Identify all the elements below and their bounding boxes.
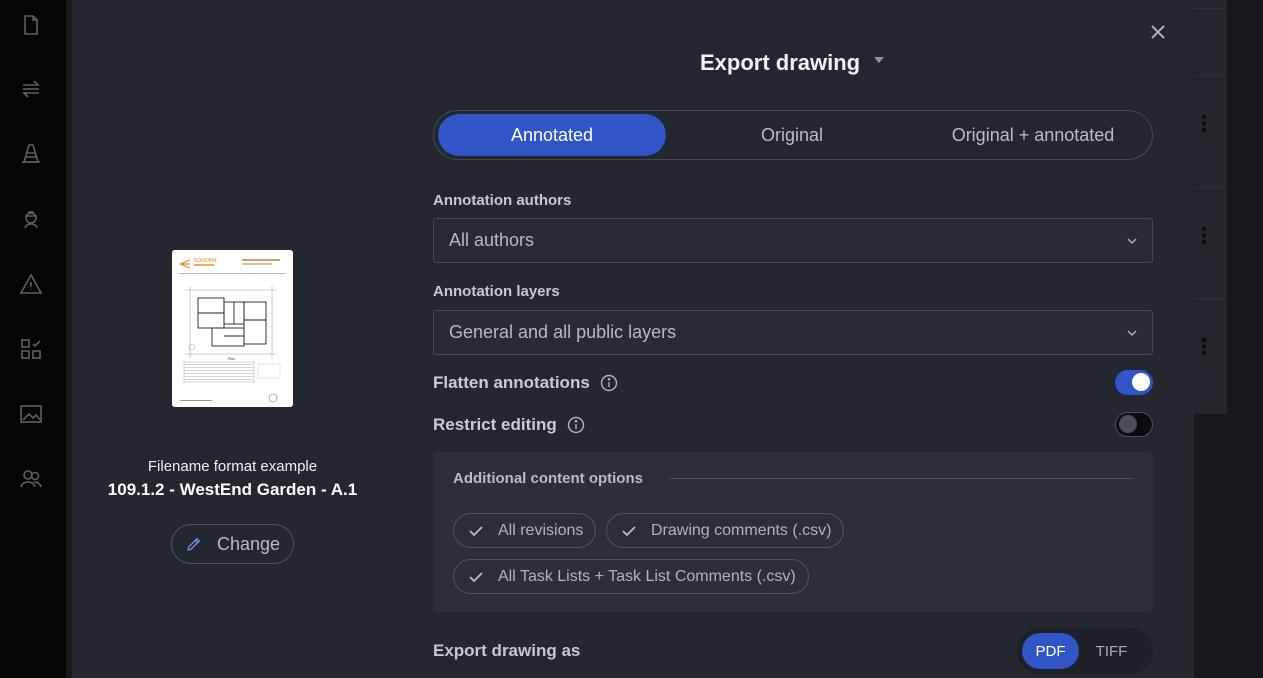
document-icon[interactable] xyxy=(19,13,43,37)
option-label: All revisions xyxy=(498,521,584,539)
option-label: All Task Lists + Task List Comments (.cs… xyxy=(498,567,796,585)
transfer-icon[interactable] xyxy=(19,77,43,101)
mode-annotated[interactable]: Annotated xyxy=(438,114,666,156)
flatten-annotations-row: Flatten annotations xyxy=(433,370,1153,396)
authors-select-value: All authors xyxy=(449,230,535,250)
team-icon[interactable] xyxy=(19,466,43,490)
thumbnail-brand: SONOMA xyxy=(194,258,217,264)
check-icon xyxy=(468,569,484,585)
export-as-label: Export drawing as xyxy=(433,641,581,660)
authors-select[interactable]: All authors xyxy=(433,218,1153,263)
divider xyxy=(1193,8,1227,9)
pencil-icon xyxy=(185,535,203,553)
option-task-lists[interactable]: All Task Lists + Task List Comments (.cs… xyxy=(453,559,809,594)
mode-original-annotated[interactable]: Original + annotated xyxy=(918,114,1148,156)
additional-content-options: Additional content options All revisions… xyxy=(433,452,1153,612)
app-sidebar xyxy=(0,0,66,678)
change-filename-button[interactable]: Change xyxy=(171,524,294,564)
chevron-down-icon xyxy=(1126,327,1138,339)
caret-down-icon xyxy=(874,57,885,63)
cone-icon[interactable] xyxy=(19,142,43,166)
change-button-label: Change xyxy=(216,533,281,554)
divider xyxy=(1193,298,1227,299)
option-drawing-comments[interactable]: Drawing comments (.csv) xyxy=(606,513,845,548)
mode-original[interactable]: Original xyxy=(666,114,918,156)
authors-label: Annotation authors xyxy=(433,192,572,209)
more-options-icon[interactable]: ⋮ xyxy=(1193,336,1215,358)
restrict-editing-row: Restrict editing xyxy=(433,412,1153,438)
flatten-annotations-toggle[interactable] xyxy=(1115,370,1153,395)
option-all-revisions[interactable]: All revisions xyxy=(453,513,597,548)
checklist-icon[interactable] xyxy=(19,337,43,361)
flatten-annotations-label: Flatten annotations xyxy=(433,373,590,392)
check-icon xyxy=(621,523,637,539)
info-icon[interactable] xyxy=(600,374,618,392)
info-icon[interactable] xyxy=(567,416,585,434)
additional-options-title: Additional content options xyxy=(453,470,643,487)
divider xyxy=(669,478,1133,479)
modal-title: Export drawing xyxy=(700,50,861,75)
more-options-icon[interactable]: ⋮ xyxy=(1193,225,1215,247)
export-mode-selector: Annotated Original Original + annotated xyxy=(433,110,1153,160)
close-icon[interactable] xyxy=(1146,20,1170,44)
filename-format-caption: Filename format example xyxy=(147,458,318,475)
filename-example: 109.1.2 - WestEnd Garden - A.1 xyxy=(107,480,358,499)
drawing-thumbnail: SONOMA Plan xyxy=(172,250,293,407)
export-drawing-modal: Export drawing SONOMA Plan Filename form… xyxy=(72,0,1194,678)
layers-label: Annotation layers xyxy=(433,283,560,300)
divider xyxy=(1193,187,1227,188)
chevron-down-icon xyxy=(1126,235,1138,247)
more-options-icon[interactable]: ⋮ xyxy=(1193,113,1215,135)
svg-text:Plan: Plan xyxy=(228,357,235,361)
warning-icon[interactable] xyxy=(19,272,43,296)
layers-select-value: General and all public layers xyxy=(449,322,677,342)
toggle-knob xyxy=(1132,373,1150,391)
restrict-editing-toggle[interactable] xyxy=(1115,412,1153,437)
layers-select[interactable]: General and all public layers xyxy=(433,310,1153,355)
toggle-knob xyxy=(1119,415,1137,433)
export-format-selector: PDF TIFF xyxy=(1017,628,1153,674)
worker-icon[interactable] xyxy=(19,207,43,231)
option-label: Drawing comments (.csv) xyxy=(651,521,832,539)
format-pdf[interactable]: PDF xyxy=(1022,633,1079,669)
background-list-panel: ⋮ ⋮ ⋮ xyxy=(1193,0,1227,414)
format-tiff[interactable]: TIFF xyxy=(1079,633,1144,669)
modal-title-dropdown[interactable]: Export drawing xyxy=(700,50,885,76)
check-icon xyxy=(468,523,484,539)
restrict-editing-label: Restrict editing xyxy=(433,415,557,434)
image-icon[interactable] xyxy=(19,402,43,426)
divider xyxy=(1193,75,1227,76)
